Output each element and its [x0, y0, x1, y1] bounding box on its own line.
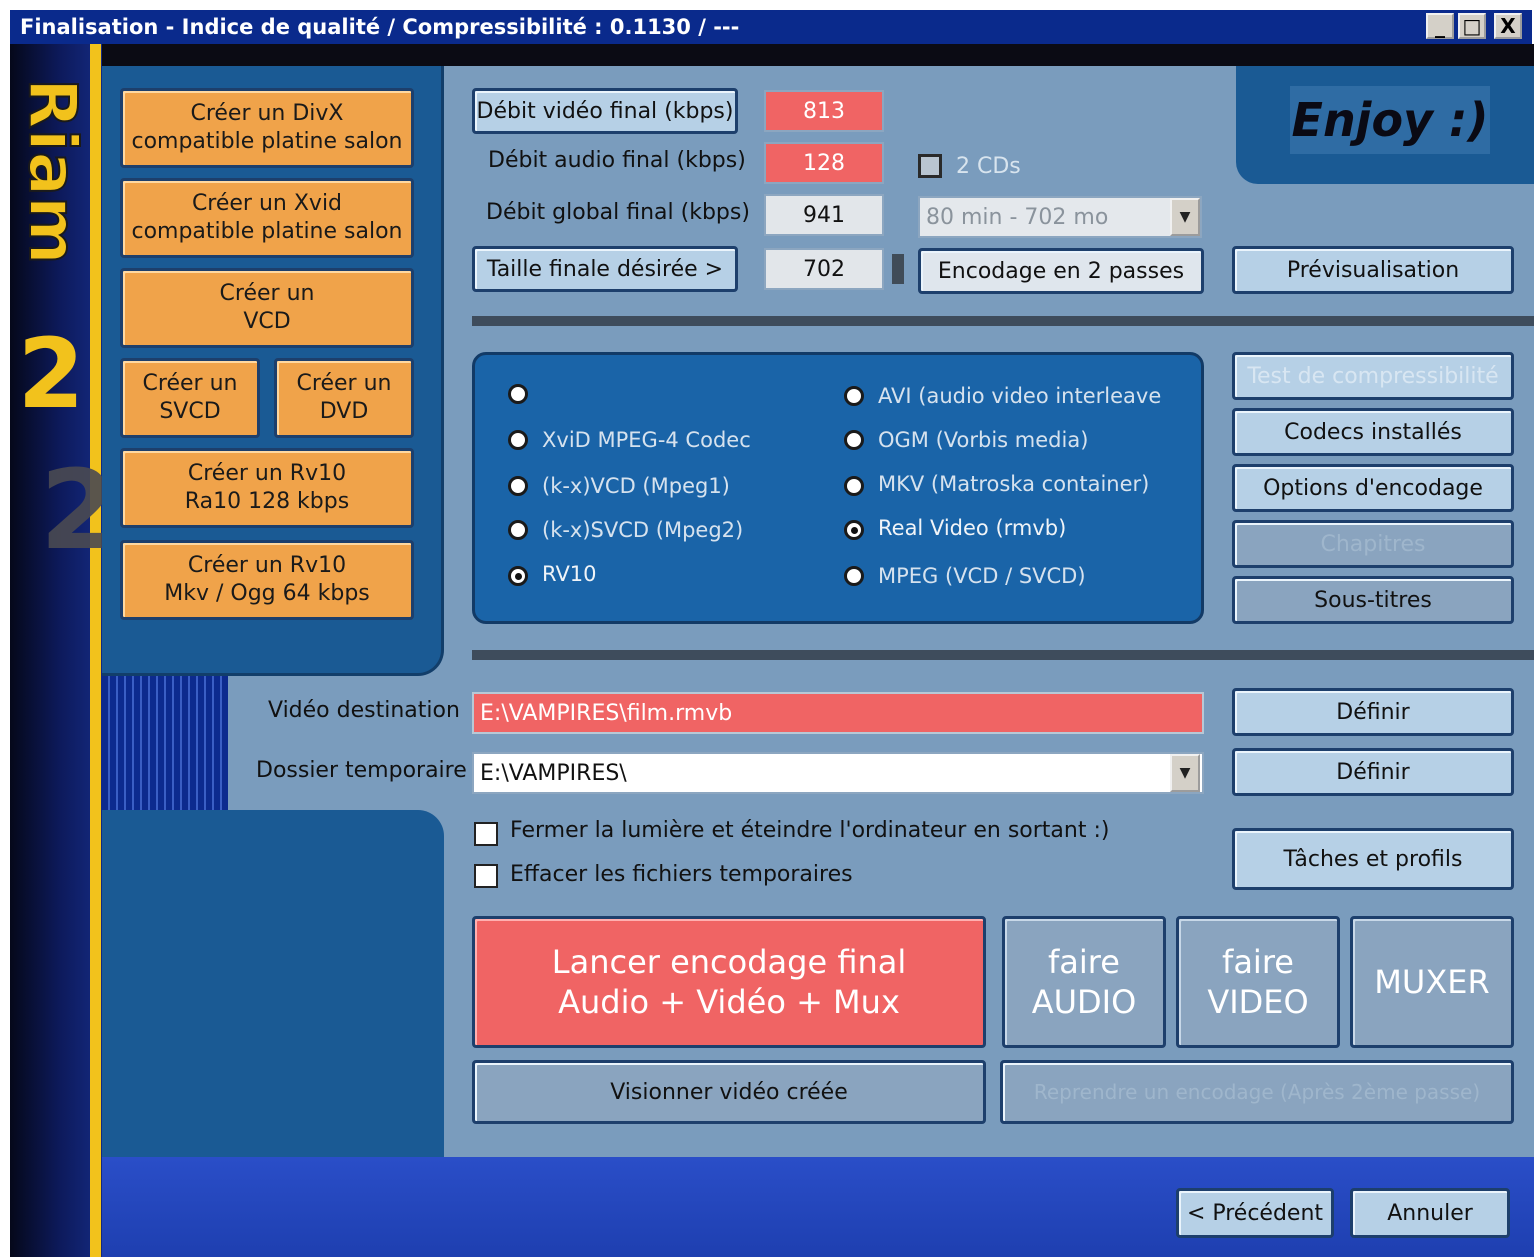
codec-radio-rv10[interactable] [508, 566, 528, 586]
version-logo-shadow: 2 [40, 446, 117, 574]
riam-logo: Riam [13, 77, 92, 308]
delete-temp-label: Effacer les fichiers temporaires [510, 862, 853, 887]
two-pass-button[interactable]: Encodage en 2 passes [918, 248, 1204, 294]
two-cds-checkbox[interactable] [918, 154, 942, 178]
window-title: Finalisation - Indice de qualité / Compr… [20, 15, 740, 39]
close-button[interactable]: X [1494, 13, 1522, 39]
encoding-options-button[interactable]: Options d'encodage [1232, 464, 1514, 512]
tasks-profiles-button[interactable]: Tâches et profils [1232, 828, 1514, 890]
version-logo: 2 [17, 318, 85, 430]
shutdown-label: Fermer la lumière et éteindre l'ordinate… [510, 818, 1110, 843]
preview-button[interactable]: Prévisualisation [1232, 246, 1514, 294]
make-video-button[interactable]: faire VIDEO [1176, 916, 1340, 1048]
video-destination-label: Vidéo destination [268, 698, 460, 723]
container-radio-mkv[interactable] [844, 476, 864, 496]
container-label-rmvb: Real Video (rmvb) [878, 516, 1067, 540]
codec-label-svcd: (k-x)SVCD (Mpeg2) [542, 518, 744, 542]
maximize-button[interactable]: □ [1458, 13, 1486, 39]
preset-rv10-mkv-button[interactable]: Créer un Rv10 Mkv / Ogg 64 kbps [120, 540, 414, 620]
window-frame-top [10, 44, 1534, 66]
logo-accent-bar [90, 44, 101, 1257]
subtitles-button[interactable]: Sous-titres [1232, 576, 1514, 624]
previous-button[interactable]: < Précédent [1176, 1188, 1334, 1238]
preset-dvd-button[interactable]: Créer un DVD [274, 358, 414, 438]
temp-folder-select[interactable]: E:\VAMPIRES\ [472, 752, 1204, 794]
container-radio-mpeg[interactable] [844, 566, 864, 586]
preset-xvid-button[interactable]: Créer un Xvid compatible platine salon [120, 178, 414, 258]
codec-radio-vcd[interactable] [508, 476, 528, 496]
minimize-button[interactable]: _ [1426, 13, 1454, 39]
lower-left-panel [102, 810, 444, 1157]
view-video-button[interactable]: Visionner vidéo créée [472, 1060, 986, 1124]
make-audio-button[interactable]: faire AUDIO [1002, 916, 1166, 1048]
global-bitrate-label: Débit global final (kbps) [486, 200, 750, 225]
resume-encoding-button[interactable]: Reprendre un encodage (Après 2ème passe) [1000, 1060, 1514, 1124]
chevron-down-icon[interactable]: ▼ [1170, 754, 1200, 792]
two-cds-label: 2 CDs [956, 154, 1021, 179]
video-destination-input[interactable]: E:\VAMPIRES\film.rmvb [472, 692, 1204, 734]
cd-size-select[interactable]: 80 min - 702 mo [918, 196, 1202, 238]
preset-divx-button[interactable]: Créer un DivX compatible platine salon [120, 88, 414, 168]
compressibility-test-button[interactable]: Test de compressibilité [1232, 352, 1514, 400]
shutdown-checkbox[interactable] [474, 822, 498, 846]
separator-bottom [472, 650, 1534, 660]
global-bitrate-field: 941 [764, 194, 884, 236]
delete-temp-checkbox[interactable] [474, 864, 498, 888]
target-size-button[interactable]: Taille finale désirée > [472, 246, 738, 292]
audio-bitrate-label: Débit audio final (kbps) [488, 148, 746, 173]
cancel-button[interactable]: Annuler [1350, 1188, 1510, 1238]
video-bitrate-button[interactable]: Débit vidéo final (kbps) [472, 88, 738, 134]
audio-bitrate-field[interactable]: 128 [764, 142, 884, 184]
launch-encoding-button[interactable]: Lancer encodage final Audio + Vidéo + Mu… [472, 916, 986, 1048]
container-label-mpeg: MPEG (VCD / SVCD) [878, 564, 1086, 588]
codec-label-rv10: RV10 [542, 562, 597, 586]
container-label-mkv: MKV (Matroska container) [878, 472, 1150, 496]
installed-codecs-button[interactable]: Codecs installés [1232, 408, 1514, 456]
preset-vcd-button[interactable]: Créer un VCD [120, 268, 414, 348]
temp-folder-value: E:\VAMPIRES\ [480, 760, 627, 786]
codec-label-xvid: XviD MPEG-4 Codec [542, 428, 751, 452]
codec-radio-xvid[interactable] [508, 430, 528, 450]
container-radio-rmvb[interactable] [844, 520, 864, 540]
codec-radio-empty[interactable] [508, 384, 528, 404]
preset-svcd-button[interactable]: Créer un SVCD [120, 358, 260, 438]
container-label-avi: AVI (audio video interleave [878, 384, 1162, 408]
size-spin-handle[interactable] [892, 254, 904, 284]
stripe-decoration [102, 676, 228, 810]
preset-rv10-ra10-button[interactable]: Créer un Rv10 Ra10 128 kbps [120, 448, 414, 528]
define-temp-button[interactable]: Définir [1232, 748, 1514, 796]
container-radio-ogm[interactable] [844, 430, 864, 450]
container-radio-avi[interactable] [844, 386, 864, 406]
chevron-down-icon[interactable]: ▼ [1170, 198, 1200, 236]
svg-text:Riam: Riam [14, 78, 88, 265]
define-destination-button[interactable]: Définir [1232, 688, 1514, 736]
chapters-button[interactable]: Chapitres [1232, 520, 1514, 568]
enjoy-banner: Enjoy :) [1290, 86, 1490, 154]
container-label-ogm: OGM (Vorbis media) [878, 428, 1089, 452]
codec-radio-svcd[interactable] [508, 520, 528, 540]
codec-label-vcd: (k-x)VCD (Mpeg1) [542, 474, 730, 498]
mux-button[interactable]: MUXER [1350, 916, 1514, 1048]
video-bitrate-field[interactable]: 813 [764, 90, 884, 132]
cd-size-value: 80 min - 702 mo [926, 204, 1109, 230]
target-size-field[interactable]: 702 [764, 248, 884, 290]
temp-folder-label: Dossier temporaire [256, 758, 467, 783]
separator-top [472, 316, 1534, 326]
